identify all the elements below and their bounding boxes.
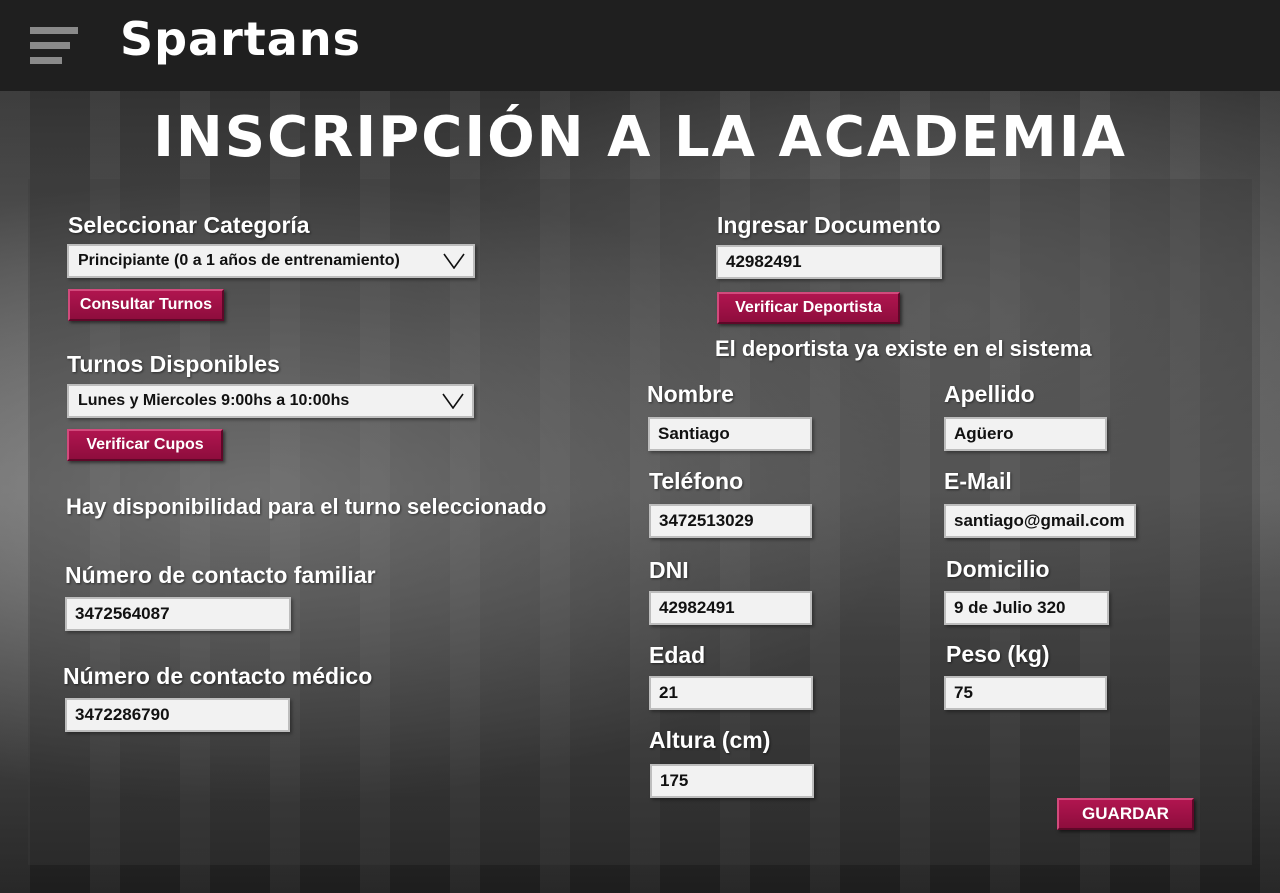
dni-label: DNI <box>649 557 689 583</box>
top-bar: Spartans <box>0 0 1280 91</box>
edad-label: Edad <box>649 642 706 668</box>
edad-input[interactable] <box>649 676 813 710</box>
contacto-medico-input[interactable] <box>65 698 290 732</box>
page-title: INSCRIPCIÓN A LA ACADEMIA <box>153 105 1127 170</box>
hamburger-menu-icon[interactable] <box>30 27 78 65</box>
turnos-select[interactable]: Lunes y Miercoles 9:00hs a 10:00hs <box>67 384 474 418</box>
altura-label: Altura (cm) <box>649 727 771 753</box>
peso-input[interactable] <box>944 676 1107 710</box>
consultar-turnos-button[interactable]: Consultar Turnos <box>68 289 224 321</box>
contacto-familiar-label: Número de contacto familiar <box>65 562 376 588</box>
apellido-input[interactable] <box>944 417 1107 451</box>
categoria-label: Seleccionar Categoría <box>68 212 310 238</box>
email-input[interactable] <box>944 504 1136 538</box>
altura-input[interactable] <box>650 764 814 798</box>
verificar-cupos-button[interactable]: Verificar Cupos <box>67 429 223 461</box>
turnos-select-value: Lunes y Miercoles 9:00hs a 10:00hs <box>78 392 350 409</box>
telefono-label: Teléfono <box>649 468 744 494</box>
dni-input[interactable] <box>649 591 812 625</box>
contacto-familiar-input[interactable] <box>65 597 291 631</box>
categoria-select-value: Principiante (0 a 1 años de entrenamient… <box>78 252 400 269</box>
disponibilidad-message: Hay disponibilidad para el turno selecci… <box>66 494 547 519</box>
telefono-input[interactable] <box>649 504 812 538</box>
brand-title: Spartans <box>120 12 361 66</box>
peso-label: Peso (kg) <box>946 641 1050 667</box>
contacto-medico-label: Número de contacto médico <box>63 663 373 689</box>
verificar-deportista-button[interactable]: Verificar Deportista <box>717 292 900 324</box>
apellido-label: Apellido <box>944 381 1035 407</box>
documento-input[interactable] <box>716 245 942 279</box>
nombre-input[interactable] <box>648 417 812 451</box>
domicilio-label: Domicilio <box>946 556 1050 582</box>
guardar-button[interactable]: GUARDAR <box>1057 798 1194 830</box>
documento-label: Ingresar Documento <box>717 212 941 238</box>
email-label: E-Mail <box>944 468 1012 494</box>
domicilio-input[interactable] <box>944 591 1109 625</box>
nombre-label: Nombre <box>647 381 734 407</box>
existe-message: El deportista ya existe en el sistema <box>715 336 1092 361</box>
chevron-down-icon <box>443 253 465 269</box>
categoria-select[interactable]: Principiante (0 a 1 años de entrenamient… <box>67 244 475 278</box>
chevron-down-icon <box>442 393 464 409</box>
turnos-label: Turnos Disponibles <box>67 351 280 377</box>
